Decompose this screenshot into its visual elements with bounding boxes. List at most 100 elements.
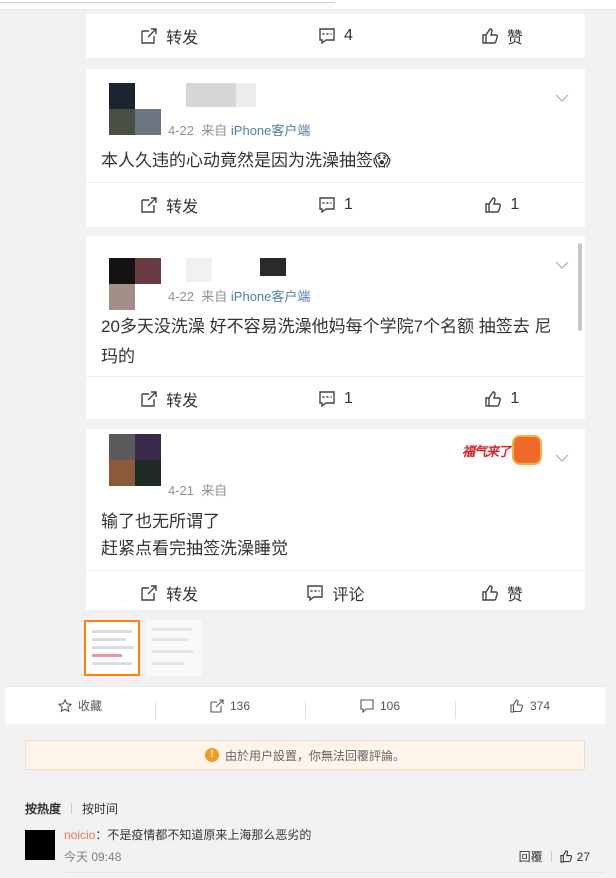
comment-button[interactable]: 评论 bbox=[252, 571, 418, 614]
avatar-tile-1 bbox=[109, 83, 135, 109]
comment-icon bbox=[319, 196, 335, 213]
repost-card: 4-21 来自 福气来了 输了也无所谓了 赶紧点看完抽签洗澡睡觉 转发 评论 赞 bbox=[86, 429, 585, 610]
forward-button[interactable]: 转发 bbox=[86, 571, 252, 614]
comment-time: 今天 09:48 bbox=[64, 850, 122, 864]
thumbnail[interactable] bbox=[146, 620, 202, 676]
reply-disabled-notice: ! 由於用户設置，你無法回覆評論。 bbox=[25, 740, 585, 770]
comment-icon bbox=[319, 390, 335, 407]
chevron-down-icon[interactable] bbox=[555, 91, 569, 105]
avatar-tile-3 bbox=[109, 109, 135, 135]
sort-by-time[interactable]: 按时间 bbox=[82, 800, 118, 817]
repost-card: 转发 4 赞 bbox=[86, 14, 585, 58]
comment-count: 106 bbox=[379, 698, 401, 713]
post-date: 4-22 bbox=[168, 123, 195, 138]
forward-button[interactable]: 转发 bbox=[86, 14, 252, 58]
repost-card: 4-22 来自 iPhone客户端 20多天没洗澡 好不容易洗澡他妈每个学院7个… bbox=[86, 236, 585, 419]
comment-label: 评论 bbox=[332, 586, 365, 604]
like-button[interactable]: 1 bbox=[419, 377, 585, 420]
comment-button[interactable]: 1 bbox=[252, 377, 418, 420]
commenter-avatar[interactable] bbox=[25, 830, 55, 860]
forward-label: 转发 bbox=[166, 392, 199, 410]
source-link[interactable]: iPhone客户端 bbox=[231, 123, 310, 138]
commenter-name[interactable]: noicio bbox=[64, 828, 95, 842]
avatar-tile-1 bbox=[109, 434, 135, 460]
forward-icon bbox=[141, 584, 157, 601]
image-thumbnails bbox=[84, 620, 202, 676]
comment-text: ：不是疫情都不知道原来上海那么恶劣的 bbox=[95, 828, 312, 842]
source-prefix: 来自 bbox=[201, 483, 228, 498]
notice-text: 由於用户設置，你無法回覆評論。 bbox=[224, 748, 405, 763]
star-icon bbox=[57, 698, 72, 712]
reply-button[interactable]: 回覆 bbox=[519, 848, 543, 865]
forward-stat-button[interactable]: 136 bbox=[155, 698, 305, 719]
avatar-tile-2 bbox=[135, 83, 161, 109]
comment-count: 1 bbox=[344, 195, 353, 213]
post-meta: 4-21 来自 bbox=[168, 480, 227, 499]
comment-icon bbox=[360, 698, 374, 713]
avatar-tile-1 bbox=[109, 258, 135, 284]
like-button[interactable]: 1 bbox=[419, 183, 585, 226]
username-blurred[interactable] bbox=[186, 258, 212, 282]
comment-body: noicio：不是疫情都不知道原来上海那么恶劣的 bbox=[64, 826, 311, 843]
comment-icon bbox=[319, 28, 335, 45]
chevron-down-icon[interactable] bbox=[555, 258, 569, 272]
sticker-icon bbox=[512, 435, 542, 465]
post-date: 4-21 bbox=[168, 483, 195, 498]
like-count: 1 bbox=[510, 389, 520, 407]
source-prefix: 来自 bbox=[201, 123, 228, 138]
forward-count: 136 bbox=[229, 698, 251, 713]
favorite-button[interactable]: 收藏 bbox=[5, 697, 155, 714]
avatar[interactable] bbox=[109, 434, 161, 486]
thumbs-up-icon bbox=[485, 390, 502, 407]
post-meta: 4-22 来自 iPhone客户端 bbox=[168, 286, 310, 305]
comment-button[interactable]: 1 bbox=[252, 183, 418, 226]
comment-like-count: 27 bbox=[576, 849, 590, 864]
scrollbar[interactable] bbox=[578, 243, 582, 331]
forward-label: 转发 bbox=[166, 586, 199, 604]
comment-stat-button[interactable]: 106 bbox=[305, 698, 455, 729]
comment-count: 1 bbox=[344, 389, 353, 407]
post-date: 4-22 bbox=[168, 289, 195, 304]
forward-label: 转发 bbox=[166, 198, 199, 216]
avatar[interactable] bbox=[109, 258, 161, 310]
source-link[interactable]: iPhone客户端 bbox=[231, 289, 310, 304]
like-stat-button[interactable]: 374 bbox=[455, 699, 605, 719]
post-meta: 4-22 来自 iPhone客户端 bbox=[168, 120, 310, 139]
post-text: 20多天没洗澡 好不容易洗澡他妈每个学院7个名额 抽签去 尼玛的 bbox=[101, 317, 552, 366]
forward-icon bbox=[210, 698, 224, 713]
like-button[interactable]: 赞 bbox=[419, 14, 585, 58]
forward-icon bbox=[141, 28, 157, 44]
forward-button[interactable]: 转发 bbox=[86, 377, 252, 420]
avatar-tile-4 bbox=[135, 109, 161, 135]
card-actions: 转发 评论 赞 bbox=[86, 570, 585, 614]
avatar[interactable] bbox=[109, 83, 161, 135]
thumbs-up-icon[interactable] bbox=[560, 850, 573, 863]
fortune-sticker: 福气来了 bbox=[462, 431, 544, 467]
like-button[interactable]: 赞 bbox=[419, 571, 585, 614]
avatar-tile-2 bbox=[135, 434, 161, 460]
warning-icon: ! bbox=[204, 748, 219, 762]
avatar-tile-4 bbox=[135, 460, 161, 486]
sort-by-hot[interactable]: 按热度 bbox=[25, 800, 61, 817]
avatar-tile-2 bbox=[135, 258, 161, 284]
repost-card: 4-22 来自 iPhone客户端 本人久违的心动竟然是因为洗澡抽签😱 转发 1… bbox=[86, 69, 585, 227]
card-actions: 转发 1 1 bbox=[86, 182, 585, 226]
forward-button[interactable]: 转发 bbox=[86, 183, 252, 226]
post-text: 本人久违的心动竟然是因为洗澡抽签😱 bbox=[101, 151, 391, 170]
avatar-tile-3 bbox=[109, 284, 135, 310]
source-prefix: 来自 bbox=[201, 289, 228, 304]
post-text-line-2: 赶紧点看完抽签洗澡睡觉 bbox=[101, 539, 288, 558]
chevron-down-icon[interactable] bbox=[555, 451, 569, 465]
post-stats-bar: 收藏 136 106 374 bbox=[5, 686, 605, 729]
username-blurred[interactable] bbox=[186, 83, 236, 107]
thumbs-up-icon bbox=[485, 196, 502, 213]
thumbnail-selected[interactable] bbox=[84, 620, 140, 676]
like-label: 赞 bbox=[506, 30, 523, 47]
post-text-line-1: 输了也无所谓了 bbox=[101, 512, 220, 531]
forward-icon bbox=[141, 390, 157, 407]
card-actions: 转发 4 赞 bbox=[86, 14, 585, 58]
thumbs-up-icon bbox=[482, 584, 498, 601]
favorite-label: 收藏 bbox=[77, 699, 102, 713]
sticker-text: 福气来了 bbox=[462, 444, 511, 459]
comment-button[interactable]: 4 bbox=[252, 14, 418, 58]
